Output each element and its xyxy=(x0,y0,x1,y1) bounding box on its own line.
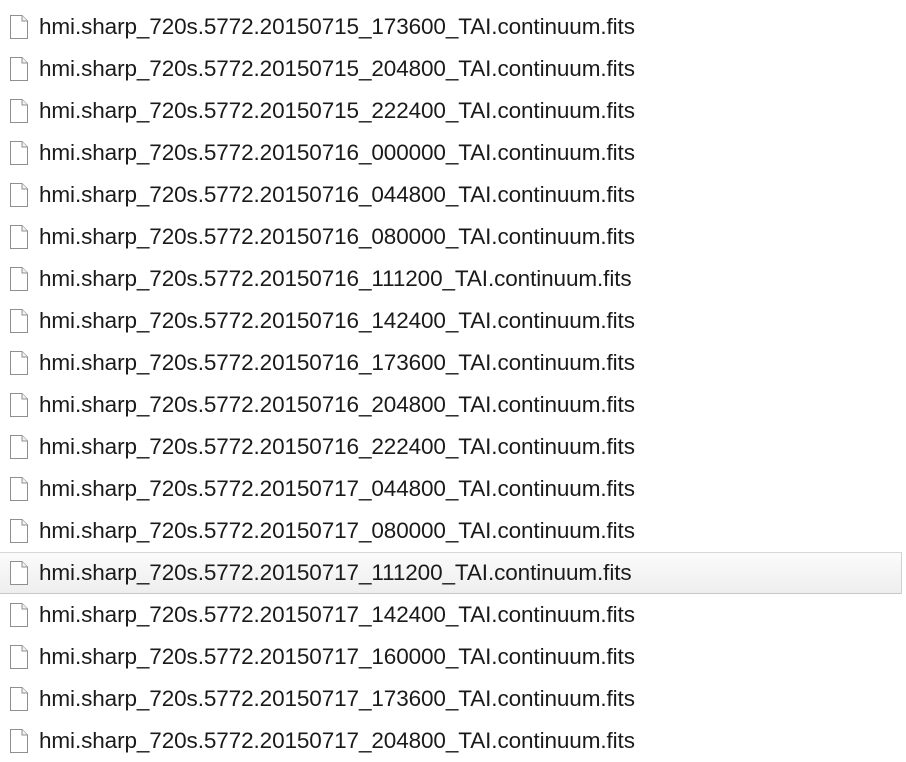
file-row[interactable]: hmi.sharp_720s.5772.20150717_160000_TAI.… xyxy=(0,636,902,678)
file-row[interactable]: hmi.sharp_720s.5772.20150716_173600_TAI.… xyxy=(0,342,902,384)
file-row[interactable]: hmi.sharp_720s.5772.20150716_142400_TAI.… xyxy=(0,300,902,342)
file-name: hmi.sharp_720s.5772.20150717_080000_TAI.… xyxy=(39,517,635,543)
file-row[interactable]: hmi.sharp_720s.5772.20150717_080000_TAI.… xyxy=(0,510,902,552)
file-name: hmi.sharp_720s.5772.20150716_173600_TAI.… xyxy=(39,349,635,375)
file-icon xyxy=(10,225,28,249)
file-icon xyxy=(10,519,28,543)
file-name: hmi.sharp_720s.5772.20150717_044800_TAI.… xyxy=(39,475,635,501)
file-name: hmi.sharp_720s.5772.20150716_044800_TAI.… xyxy=(39,181,635,207)
file-row[interactable]: hmi.sharp_720s.5772.20150716_204800_TAI.… xyxy=(0,384,902,426)
file-list: hmi.sharp_720s.5772.20150715_173600_TAI.… xyxy=(0,6,902,762)
file-icon xyxy=(10,99,28,123)
file-name: hmi.sharp_720s.5772.20150716_111200_TAI.… xyxy=(39,265,632,291)
file-row-hovered[interactable]: hmi.sharp_720s.5772.20150717_111200_TAI.… xyxy=(0,552,902,594)
file-name: hmi.sharp_720s.5772.20150716_222400_TAI.… xyxy=(39,433,635,459)
file-row[interactable]: hmi.sharp_720s.5772.20150717_204800_TAI.… xyxy=(0,720,902,762)
file-icon xyxy=(10,267,28,291)
file-icon xyxy=(10,393,28,417)
file-row[interactable]: hmi.sharp_720s.5772.20150715_204800_TAI.… xyxy=(0,48,902,90)
file-icon xyxy=(10,15,28,39)
file-row[interactable]: hmi.sharp_720s.5772.20150716_111200_TAI.… xyxy=(0,258,902,300)
file-name: hmi.sharp_720s.5772.20150717_173600_TAI.… xyxy=(39,685,635,711)
file-name: hmi.sharp_720s.5772.20150715_173600_TAI.… xyxy=(39,13,635,39)
file-name: hmi.sharp_720s.5772.20150717_204800_TAI.… xyxy=(39,727,635,753)
file-name: hmi.sharp_720s.5772.20150716_142400_TAI.… xyxy=(39,307,635,333)
file-row[interactable]: hmi.sharp_720s.5772.20150716_222400_TAI.… xyxy=(0,426,902,468)
file-row[interactable]: hmi.sharp_720s.5772.20150717_173600_TAI.… xyxy=(0,678,902,720)
file-icon xyxy=(10,603,28,627)
file-row[interactable]: hmi.sharp_720s.5772.20150716_000000_TAI.… xyxy=(0,132,902,174)
file-icon xyxy=(10,141,28,165)
file-icon xyxy=(10,183,28,207)
file-icon xyxy=(10,435,28,459)
file-icon xyxy=(10,477,28,501)
file-name: hmi.sharp_720s.5772.20150717_111200_TAI.… xyxy=(39,559,632,585)
file-row[interactable]: hmi.sharp_720s.5772.20150716_044800_TAI.… xyxy=(0,174,902,216)
file-name: hmi.sharp_720s.5772.20150717_142400_TAI.… xyxy=(39,601,635,627)
file-row[interactable]: hmi.sharp_720s.5772.20150717_142400_TAI.… xyxy=(0,594,902,636)
file-icon xyxy=(10,729,28,753)
file-name: hmi.sharp_720s.5772.20150716_204800_TAI.… xyxy=(39,391,635,417)
file-name: hmi.sharp_720s.5772.20150715_222400_TAI.… xyxy=(39,97,635,123)
file-name: hmi.sharp_720s.5772.20150715_204800_TAI.… xyxy=(39,55,635,81)
file-name: hmi.sharp_720s.5772.20150716_000000_TAI.… xyxy=(39,139,635,165)
file-icon xyxy=(10,309,28,333)
file-row[interactable]: hmi.sharp_720s.5772.20150715_222400_TAI.… xyxy=(0,90,902,132)
file-row[interactable]: hmi.sharp_720s.5772.20150715_173600_TAI.… xyxy=(0,6,902,48)
file-name: hmi.sharp_720s.5772.20150717_160000_TAI.… xyxy=(39,643,635,669)
file-name: hmi.sharp_720s.5772.20150716_080000_TAI.… xyxy=(39,223,635,249)
file-row[interactable]: hmi.sharp_720s.5772.20150716_080000_TAI.… xyxy=(0,216,902,258)
file-icon xyxy=(10,351,28,375)
file-icon xyxy=(10,57,28,81)
file-icon xyxy=(10,687,28,711)
file-icon xyxy=(10,561,28,585)
file-row[interactable]: hmi.sharp_720s.5772.20150717_044800_TAI.… xyxy=(0,468,902,510)
file-icon xyxy=(10,645,28,669)
